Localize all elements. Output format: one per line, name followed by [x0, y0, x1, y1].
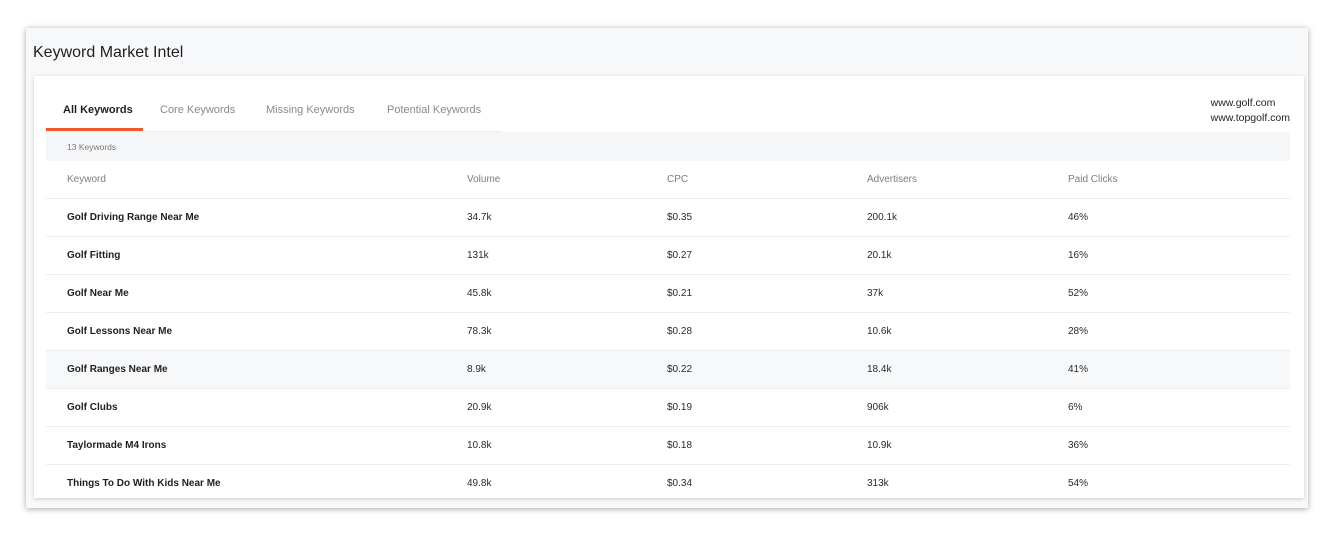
paid-clicks-cell: 46% [1068, 212, 1089, 223]
advertisers-cell: 200.1k [867, 212, 898, 223]
compared-domains: www.golf.com www.topgolf.com [1211, 96, 1290, 125]
advertisers-cell: 37k [867, 288, 884, 299]
paid-clicks-cell: 52% [1068, 288, 1089, 299]
table-row[interactable]: Golf Near Me 45.8k $0.21 37k 52% [46, 275, 1290, 313]
advertisers-cell: 10.9k [867, 440, 892, 451]
advertisers-cell: 20.1k [867, 250, 892, 261]
advertisers-cell: 10.6k [867, 326, 892, 337]
volume-cell: 20.9k [467, 402, 492, 413]
tab-potential-keywords[interactable]: Potential Keywords [387, 104, 481, 116]
keyword-count-bar: 13 Keywords [46, 132, 1290, 161]
cpc-cell: $0.19 [667, 402, 693, 413]
keyword-cell: Golf Ranges Near Me [67, 364, 168, 375]
tab-missing-keywords[interactable]: Missing Keywords [266, 104, 355, 116]
keyword-cell: Golf Driving Range Near Me [67, 212, 200, 223]
domain-label: www.golf.com [1210, 97, 1276, 109]
paid-clicks-cell: 6% [1068, 402, 1083, 413]
table-row[interactable]: Taylormade M4 Irons 10.8k $0.18 10.9k 36… [46, 427, 1290, 465]
cpc-cell: $0.27 [667, 250, 693, 261]
cpc-cell: $0.34 [667, 478, 693, 489]
active-tab-indicator [46, 128, 143, 131]
paid-clicks-cell: 36% [1068, 440, 1089, 451]
keywords-card: All Keywords Core Keywords Missing Keywo… [34, 76, 1304, 498]
table-header: Keyword Volume CPC Advertisers Paid Clic… [46, 161, 1290, 199]
keyword-market-intel-panel: Keyword Market Intel All Keywords Core K… [26, 28, 1308, 508]
paid-clicks-cell: 16% [1068, 250, 1089, 261]
table-row[interactable]: Things To Do With Kids Near Me 49.8k $0.… [46, 465, 1290, 502]
advertisers-cell: 18.4k [867, 364, 892, 375]
keyword-cell: Taylormade M4 Irons [67, 440, 167, 451]
keyword-cell: Golf Fitting [67, 250, 121, 261]
table-row[interactable]: Golf Clubs 20.9k $0.19 906k 6% [46, 389, 1290, 427]
table-row[interactable]: Golf Lessons Near Me 78.3k $0.28 10.6k 2… [46, 313, 1290, 351]
cpc-cell: $0.18 [667, 440, 693, 451]
keyword-cell: Golf Clubs [67, 402, 118, 413]
keyword-cell: Golf Near Me [67, 288, 129, 299]
column-header-cpc[interactable]: CPC [667, 174, 688, 185]
volume-cell: 78.3k [467, 326, 492, 337]
advertisers-cell: 906k [867, 402, 889, 413]
cpc-cell: $0.21 [667, 288, 693, 299]
table-row[interactable]: Golf Fitting 131k $0.27 20.1k 16% [46, 237, 1290, 275]
cpc-cell: $0.35 [667, 212, 693, 223]
keywords-table: Keyword Volume CPC Advertisers Paid Clic… [46, 161, 1290, 502]
volume-cell: 34.7k [467, 212, 492, 223]
tab-core-keywords[interactable]: Core Keywords [160, 104, 235, 116]
volume-cell: 45.8k [467, 288, 492, 299]
volume-cell: 10.8k [467, 440, 492, 451]
table-row[interactable]: Golf Driving Range Near Me 34.7k $0.35 2… [46, 199, 1290, 237]
page-title: Keyword Market Intel [33, 44, 184, 61]
cpc-cell: $0.22 [667, 364, 693, 375]
domain-label: www.topgolf.com [1210, 111, 1290, 124]
paid-clicks-cell: 28% [1068, 326, 1089, 337]
volume-cell: 8.9k [467, 364, 486, 375]
volume-cell: 49.8k [467, 478, 492, 489]
volume-cell: 131k [467, 250, 489, 261]
keyword-tabs: All Keywords Core Keywords Missing Keywo… [46, 76, 502, 132]
cpc-cell: $0.28 [667, 326, 693, 337]
paid-clicks-cell: 41% [1068, 364, 1089, 375]
table-row[interactable]: Golf Ranges Near Me 8.9k $0.22 18.4k 41% [46, 351, 1290, 389]
keyword-cell: Golf Lessons Near Me [67, 326, 173, 337]
paid-clicks-cell: 54% [1068, 478, 1089, 489]
tab-all-keywords[interactable]: All Keywords [63, 104, 133, 116]
column-header-keyword[interactable]: Keyword [67, 174, 106, 185]
column-header-advertisers[interactable]: Advertisers [867, 174, 917, 185]
advertisers-cell: 313k [867, 478, 889, 489]
column-header-volume[interactable]: Volume [467, 174, 500, 185]
keyword-count: 13 Keywords [67, 142, 117, 152]
keyword-cell: Things To Do With Kids Near Me [67, 478, 221, 489]
column-header-paid-clicks[interactable]: Paid Clicks [1068, 174, 1117, 185]
